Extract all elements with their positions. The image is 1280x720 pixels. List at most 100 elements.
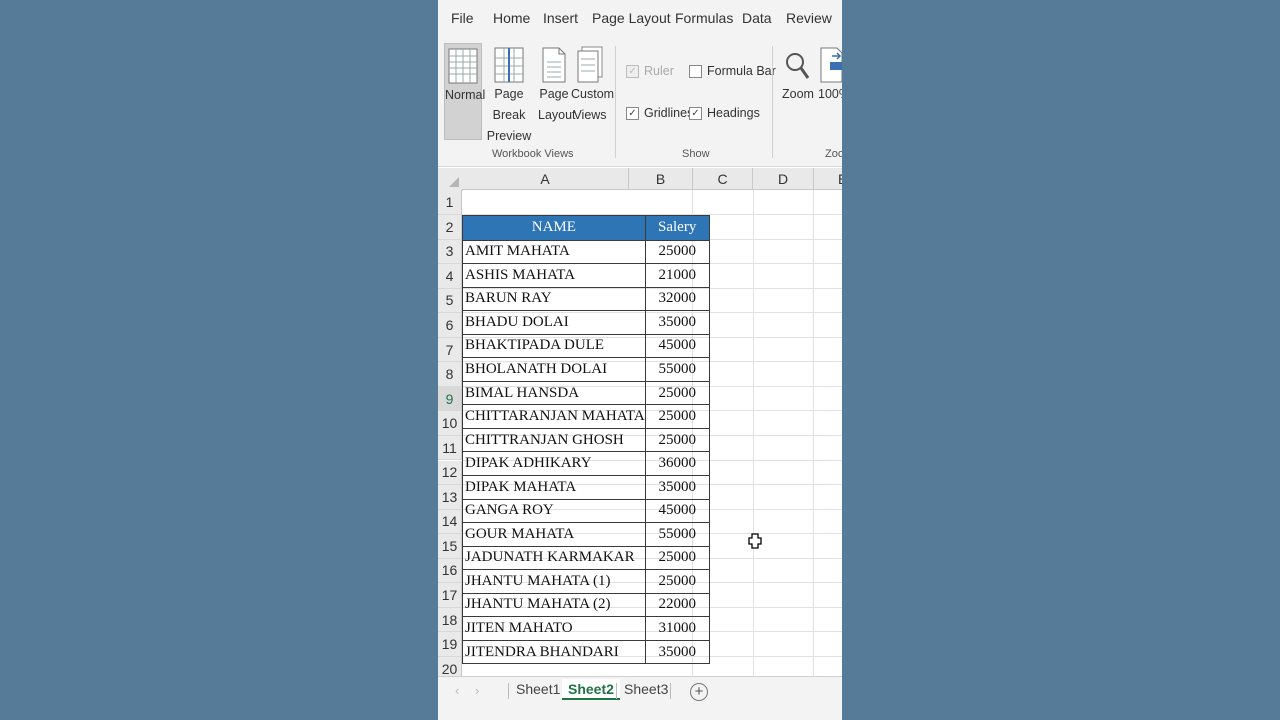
tab-divider: [508, 683, 509, 699]
name-cell[interactable]: JITENDRA BHANDARI: [462, 639, 646, 665]
worksheet-grid[interactable]: A B C D E 123456789101112131415161718192…: [438, 168, 842, 676]
salary-cell[interactable]: 22000: [644, 592, 710, 618]
name-cell[interactable]: JADUNATH KARMAKAR: [462, 545, 646, 571]
row-header[interactable]: 14: [438, 509, 462, 535]
tab-page-layout[interactable]: Page Layout: [592, 10, 671, 26]
row-header[interactable]: 18: [438, 607, 462, 633]
row-header[interactable]: 17: [438, 583, 462, 608]
ruler-checkbox[interactable]: ✓ Ruler: [626, 64, 674, 78]
salary-cell[interactable]: 45000: [644, 498, 710, 524]
headings-checkbox[interactable]: ✓ Headings: [689, 106, 760, 120]
name-cell[interactable]: JHANTU MAHATA (2): [462, 592, 646, 618]
custom-views-button[interactable]: Custom Views: [571, 46, 615, 138]
salary-cell[interactable]: 35000: [644, 310, 710, 335]
formula-bar-checkbox[interactable]: Formula Bar: [689, 64, 776, 78]
salary-cell[interactable]: 36000: [644, 451, 710, 476]
sheet-tab-sheet2[interactable]: Sheet2: [562, 679, 620, 700]
zoom-100-label: 100%: [818, 87, 842, 101]
row-header[interactable]: 5: [438, 288, 462, 314]
name-cell[interactable]: BIMAL HANSDA: [462, 380, 646, 406]
ruler-label: Ruler: [644, 64, 674, 78]
scroll-tabs-right-icon[interactable]: ›: [475, 683, 479, 698]
scroll-tabs-left-icon[interactable]: ‹: [455, 683, 459, 698]
column-header-c[interactable]: C: [693, 168, 753, 190]
column-header-d[interactable]: D: [753, 168, 814, 190]
column-header-a[interactable]: A: [462, 168, 629, 190]
salary-cell[interactable]: 55000: [644, 357, 710, 382]
salary-cell[interactable]: 35000: [644, 474, 710, 500]
page-layout-view-button[interactable]: Page Layout: [538, 46, 576, 138]
name-cell[interactable]: BHADU DOLAI: [462, 310, 646, 335]
tab-file[interactable]: File: [451, 10, 474, 26]
name-cell[interactable]: JITEN MAHATO: [462, 616, 646, 641]
name-cell[interactable]: GANGA ROY: [462, 498, 646, 524]
salary-cell[interactable]: 21000: [644, 263, 710, 288]
column-header-b[interactable]: B: [629, 168, 693, 190]
row-header[interactable]: 19: [438, 632, 462, 657]
ribbon-tab-bar: File Home Insert Page Layout Formulas Da…: [438, 0, 842, 38]
column-header-e[interactable]: E: [814, 168, 842, 190]
name-cell[interactable]: BHAKTIPADA DULE: [462, 333, 646, 359]
salary-table: NAME Salery AMIT MAHATA 25000 ASHIS MAHATA…: [462, 215, 710, 665]
page-break-preview-button[interactable]: Page Break Preview: [482, 46, 536, 143]
salary-cell[interactable]: 45000: [644, 333, 710, 359]
row-header[interactable]: 1: [438, 190, 462, 215]
salary-cell[interactable]: 25000: [644, 380, 710, 406]
sheet-tab-sheet1[interactable]: Sheet1: [510, 681, 566, 697]
row-header[interactable]: 3: [438, 239, 462, 265]
add-sheet-button[interactable]: +: [690, 683, 708, 701]
salary-cell[interactable]: 25000: [644, 404, 710, 429]
name-cell[interactable]: ASHIS MAHATA: [462, 263, 646, 288]
tab-insert[interactable]: Insert: [543, 10, 578, 26]
show-group-label: Show: [682, 148, 710, 160]
table-row: GOUR MAHATA 55000: [462, 522, 710, 547]
name-cell[interactable]: BHOLANATH DOLAI: [462, 357, 646, 382]
normal-view-button[interactable]: Normal: [444, 43, 485, 140]
row-header[interactable]: 15: [438, 534, 462, 559]
row-header[interactable]: 9: [438, 386, 462, 412]
salary-column-header[interactable]: Salery: [644, 215, 710, 241]
salary-cell[interactable]: 25000: [644, 239, 710, 265]
tab-divider: [670, 683, 671, 699]
name-cell[interactable]: AMIT MAHATA: [462, 239, 646, 265]
zoom-button[interactable]: Zoom: [782, 50, 814, 138]
name-cell[interactable]: DIPAK MAHATA: [462, 474, 646, 500]
salary-cell[interactable]: 55000: [644, 522, 710, 547]
table-row: JITEN MAHATO 31000: [462, 616, 710, 641]
row-header[interactable]: 8: [438, 362, 462, 387]
salary-cell[interactable]: 35000: [644, 639, 710, 665]
tab-formulas[interactable]: Formulas: [675, 10, 733, 26]
salary-cell[interactable]: 25000: [644, 569, 710, 594]
tab-home[interactable]: Home: [493, 10, 530, 26]
row-header[interactable]: 6: [438, 313, 462, 338]
salary-cell[interactable]: 25000: [644, 427, 710, 453]
name-cell[interactable]: BARUN RAY: [462, 286, 646, 312]
custom-views-label-1: Custom: [571, 87, 615, 101]
row-header[interactable]: 13: [438, 485, 462, 510]
sheet-tab-sheet3[interactable]: Sheet3: [618, 681, 674, 697]
salary-cell[interactable]: 31000: [644, 616, 710, 641]
select-all-corner[interactable]: [438, 168, 463, 191]
name-column-header[interactable]: NAME: [462, 215, 646, 241]
row-header[interactable]: 11: [438, 435, 462, 461]
row-header[interactable]: 16: [438, 558, 462, 584]
table-row: DIPAK MAHATA 35000: [462, 474, 710, 500]
table-row: CHITTRANJAN GHOSH 25000: [462, 427, 710, 453]
row-header[interactable]: 20: [438, 656, 462, 676]
name-cell[interactable]: CHITTRANJAN GHOSH: [462, 427, 646, 453]
name-cell[interactable]: DIPAK ADHIKARY: [462, 451, 646, 476]
zoom-100-button[interactable]: 100%: [818, 46, 842, 138]
name-cell[interactable]: GOUR MAHATA: [462, 522, 646, 547]
row-header[interactable]: 4: [438, 264, 462, 289]
row-header[interactable]: 7: [438, 337, 462, 363]
row-header[interactable]: 12: [438, 460, 462, 486]
tab-review[interactable]: Review: [786, 10, 832, 26]
tab-data[interactable]: Data: [742, 10, 772, 26]
salary-cell[interactable]: 32000: [644, 286, 710, 312]
name-cell[interactable]: CHITTARANJAN MAHATA: [462, 404, 646, 429]
row-header[interactable]: 2: [438, 215, 462, 240]
row-header[interactable]: 10: [438, 411, 462, 436]
name-cell[interactable]: JHANTU MAHATA (1): [462, 569, 646, 594]
gridlines-checkbox[interactable]: ✓ Gridlines: [626, 106, 693, 120]
salary-cell[interactable]: 25000: [644, 545, 710, 571]
